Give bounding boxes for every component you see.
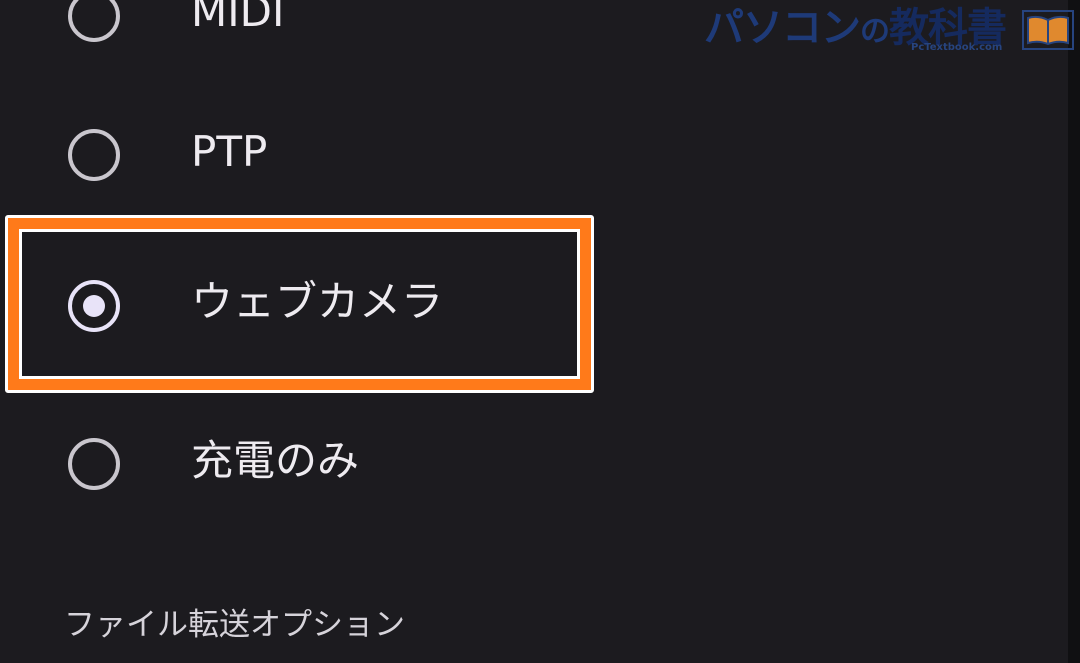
usb-option-label: MIDI <box>191 0 285 36</box>
usb-option-label: PTP <box>191 127 268 176</box>
usb-option-label: ウェブカメラ <box>191 277 444 326</box>
watermark-no: の <box>860 14 890 49</box>
usb-option-charge-only[interactable]: 充電のみ <box>0 396 1068 526</box>
radio-button-unselected[interactable] <box>68 438 120 490</box>
usb-option-ptp[interactable]: PTP <box>0 88 1068 218</box>
radio-selected-dot <box>83 295 105 317</box>
radio-button-unselected[interactable] <box>68 129 120 181</box>
usb-option-webcam[interactable]: ウェブカメラ <box>0 242 1068 372</box>
radio-button-unselected[interactable] <box>68 0 120 42</box>
watermark-kana: パソコン <box>704 5 861 51</box>
usb-option-label: 充電のみ <box>191 436 360 485</box>
file-transfer-options-header: ファイル転送オプション <box>64 607 405 643</box>
screen-edge <box>1068 0 1080 663</box>
radio-button-selected[interactable] <box>68 280 120 332</box>
watermark-url: PcTextbook.com <box>911 42 1003 53</box>
open-book-icon <box>1022 10 1074 50</box>
site-watermark-logo: パソコンの教科書 PcTextbook.com <box>704 2 1080 60</box>
